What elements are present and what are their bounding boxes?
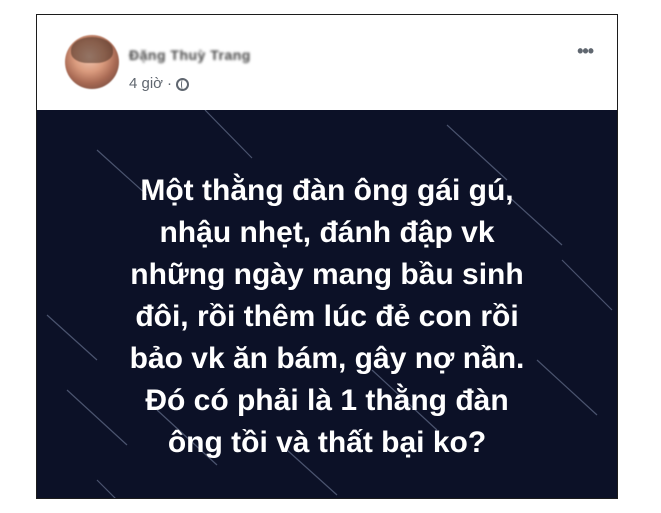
caption-line: những ngày mang bầu sinh — [130, 258, 524, 291]
caption-line: nhậu nhẹt, đánh đập vk — [159, 216, 495, 249]
image-caption: Một thằng đàn ông gái gú, nhậu nhẹt, đán… — [57, 170, 597, 464]
caption-line: đôi, rồi thêm lúc đẻ con rồi — [135, 300, 519, 333]
facebook-post: Đặng Thuỳ Trang 4 giờ · ••• Một thằng đà… — [36, 14, 618, 499]
more-options-icon[interactable]: ••• — [577, 41, 594, 62]
post-header: Đặng Thuỳ Trang 4 giờ · ••• — [37, 15, 617, 110]
avatar[interactable] — [65, 35, 119, 89]
author-name[interactable]: Đặng Thuỳ Trang — [129, 47, 251, 63]
globe-icon[interactable] — [176, 78, 190, 91]
post-time[interactable]: 4 giờ — [129, 75, 163, 92]
meta-separator: · — [167, 75, 173, 92]
caption-line: Đó có phải là 1 thằng đàn — [145, 384, 509, 417]
caption-line: bảo vk ăn bám, gây nợ nần. — [129, 342, 525, 375]
post-image[interactable]: Một thằng đàn ông gái gú, nhậu nhẹt, đán… — [37, 110, 617, 498]
post-meta: 4 giờ · — [129, 75, 190, 92]
caption-line: Một thằng đàn ông gái gú, — [140, 174, 514, 207]
caption-line: ông tồi và thất bại ko? — [167, 426, 487, 459]
